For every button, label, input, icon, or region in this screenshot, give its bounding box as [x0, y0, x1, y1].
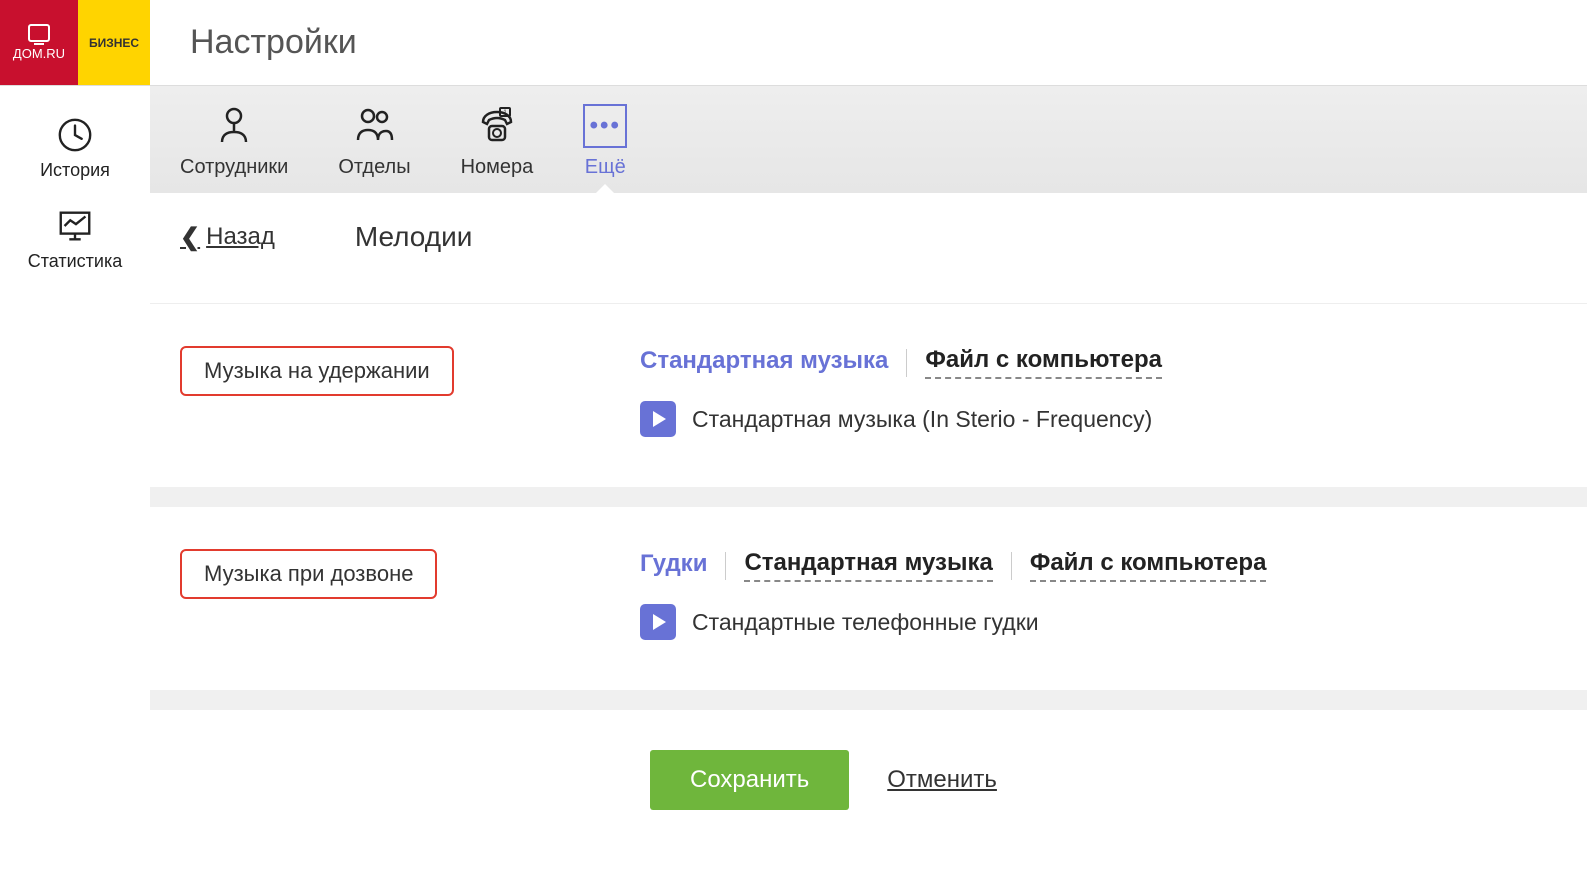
person-icon	[212, 104, 256, 148]
header: ДОМ.RU БИЗНЕС Настройки	[0, 0, 1587, 86]
page-title: Настройки	[190, 23, 357, 62]
logo[interactable]: ДОМ.RU БИЗНЕС	[0, 0, 150, 85]
tab-label: Отделы	[338, 156, 410, 179]
play-button[interactable]	[640, 604, 676, 640]
tab-numbers[interactable]: 1 Номера	[461, 104, 534, 193]
clock-icon	[56, 116, 94, 154]
track-name: Стандартная музыка (In Sterio - Frequenc…	[692, 406, 1152, 433]
tab-label: Номера	[461, 156, 534, 179]
sidebar-item-history[interactable]: История	[0, 106, 150, 197]
tab-more[interactable]: ••• Ещё	[583, 104, 627, 193]
back-link[interactable]: ❮ Назад	[180, 223, 275, 252]
option-standard-music[interactable]: Стандартная музыка	[640, 347, 888, 378]
option-file-from-computer[interactable]: Файл с компьютера	[925, 346, 1162, 379]
monitor-chart-icon	[56, 207, 94, 245]
chevron-left-icon: ❮	[180, 223, 200, 252]
hold-option-tabs: Стандартная музыка Файл с компьютера	[640, 346, 1557, 379]
option-file-from-computer[interactable]: Файл с компьютера	[1030, 549, 1267, 582]
phone-icon: 1	[475, 104, 519, 148]
sidebar-item-label: История	[40, 160, 110, 181]
hold-track-row: Стандартная музыка (In Sterio - Frequenc…	[640, 401, 1557, 437]
play-button[interactable]	[640, 401, 676, 437]
option-beeps[interactable]: Гудки	[640, 550, 707, 581]
track-name: Стандартные телефонные гудки	[692, 609, 1039, 636]
main-area: Сотрудники Отделы 1 Номера	[150, 86, 1587, 860]
sidebar-item-statistics[interactable]: Статистика	[0, 197, 150, 288]
setting-label-dial: Музыка при дозвоне	[180, 549, 437, 599]
save-button[interactable]: Сохранить	[650, 750, 849, 810]
back-label: Назад	[206, 223, 275, 251]
cancel-link[interactable]: Отменить	[887, 766, 997, 794]
tab-departments[interactable]: Отделы	[338, 104, 410, 193]
option-standard-music[interactable]: Стандартная музыка	[744, 549, 992, 582]
card-header: ❮ Назад Мелодии	[150, 193, 1587, 303]
tab-label: Ещё	[585, 156, 626, 179]
sidebar-item-label: Статистика	[28, 251, 123, 272]
tab-employees[interactable]: Сотрудники	[180, 104, 288, 193]
separator	[725, 552, 726, 580]
logo-brand-text: ДОМ.RU	[13, 46, 65, 61]
tab-label: Сотрудники	[180, 156, 288, 179]
people-icon	[352, 104, 396, 148]
dial-track-row: Стандартные телефонные гудки	[640, 604, 1557, 640]
dial-option-tabs: Гудки Стандартная музыка Файл с компьюте…	[640, 549, 1557, 582]
card-hold-music: Музыка на удержании Стандартная музыка Ф…	[150, 303, 1587, 487]
actions-card: Сохранить Отменить	[150, 710, 1587, 860]
sidebar: История Статистика	[0, 86, 150, 860]
tv-icon	[28, 24, 50, 42]
separator	[906, 349, 907, 377]
setting-label-hold: Музыка на удержании	[180, 346, 454, 396]
more-icon: •••	[583, 104, 627, 148]
separator	[1011, 552, 1012, 580]
tabs-row: Сотрудники Отделы 1 Номера	[150, 86, 1587, 193]
logo-sub: БИЗНЕС	[78, 0, 150, 85]
card-dial-music: Музыка при дозвоне Гудки Стандартная муз…	[150, 507, 1587, 690]
section-title: Мелодии	[355, 221, 473, 253]
logo-brand: ДОМ.RU	[0, 0, 78, 85]
logo-sub-text: БИЗНЕС	[89, 36, 139, 50]
